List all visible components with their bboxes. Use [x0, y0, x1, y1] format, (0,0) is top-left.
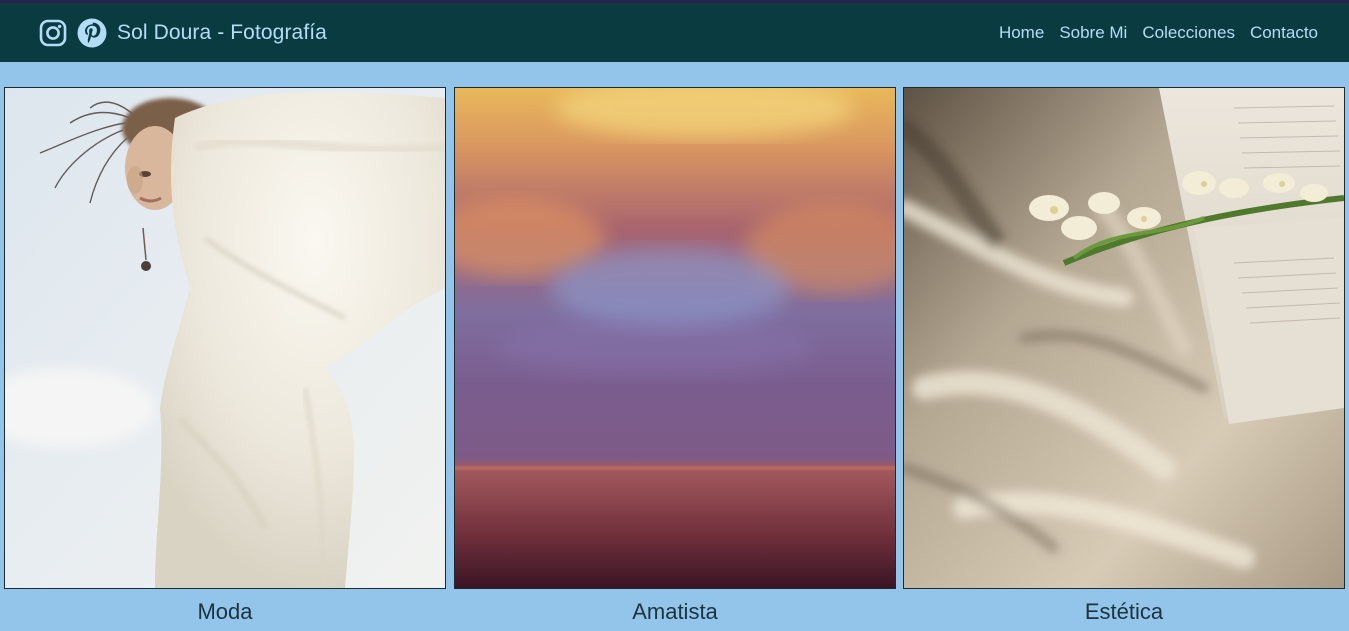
collections-gallery: Moda Amatista Estética	[4, 87, 1345, 631]
collection-caption[interactable]: Moda	[4, 599, 446, 625]
amatista-photo[interactable]	[454, 87, 896, 589]
main-nav: Home Sobre Mi Colecciones Contacto	[984, 3, 1318, 62]
moda-photo[interactable]	[4, 87, 446, 589]
estetica-photo[interactable]	[903, 87, 1345, 589]
collection-caption[interactable]: Estética	[903, 599, 1345, 625]
collection-card-estetica[interactable]: Estética	[903, 87, 1345, 625]
collection-card-moda[interactable]: Moda	[4, 87, 446, 625]
instagram-icon[interactable]	[38, 18, 68, 48]
pinterest-icon[interactable]	[77, 18, 107, 48]
site-title[interactable]: Sol Doura - Fotografía	[117, 21, 327, 45]
brand: Sol Doura - Fotografía	[38, 3, 327, 62]
collection-caption[interactable]: Amatista	[454, 599, 896, 625]
nav-item-home[interactable]: Home	[999, 23, 1044, 43]
collection-card-amatista[interactable]: Amatista	[454, 87, 896, 625]
nav-item-sobre-mi[interactable]: Sobre Mi	[1059, 23, 1127, 43]
nav-item-contacto[interactable]: Contacto	[1250, 23, 1318, 43]
nav-item-colecciones[interactable]: Colecciones	[1142, 23, 1235, 43]
site-header: Sol Doura - Fotografía Home Sobre Mi Col…	[0, 3, 1349, 62]
